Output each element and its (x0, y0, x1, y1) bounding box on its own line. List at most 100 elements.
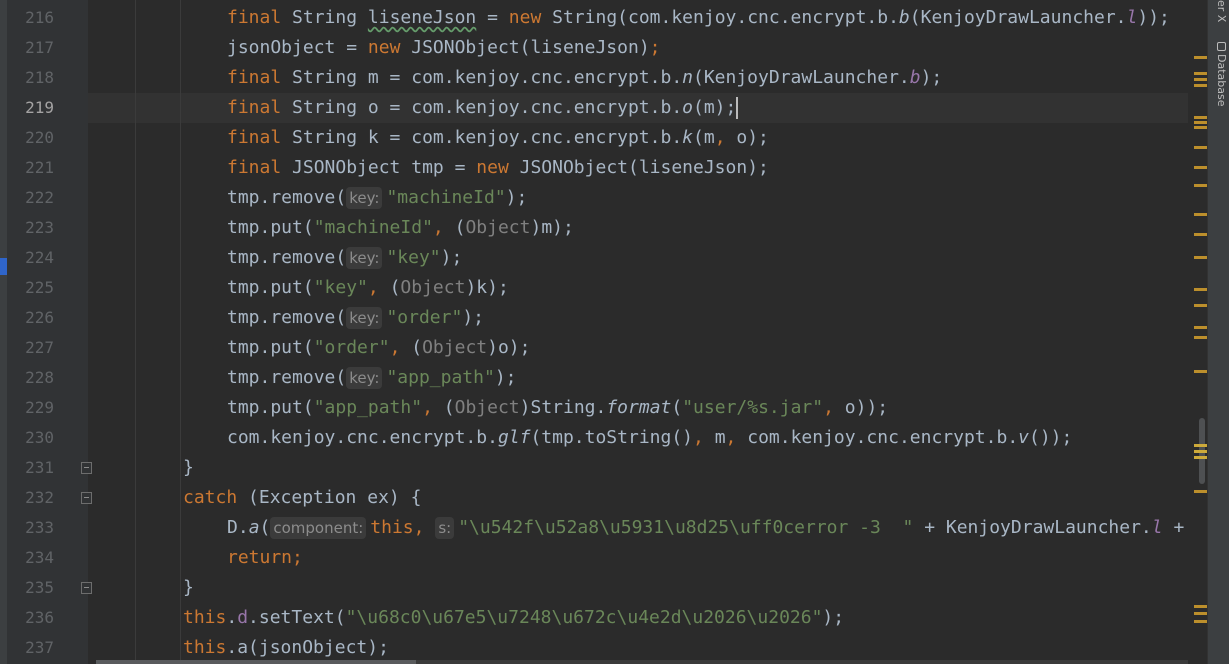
line-number: 234 (25, 548, 54, 567)
code-line-219[interactable]: final String o = com.kenjoy.cnc.encrypt.… (227, 93, 739, 123)
warning-marker[interactable] (1194, 146, 1207, 149)
right-tool-window-bar: er X Database (1207, 0, 1229, 664)
semicolon: ; (649, 37, 661, 58)
code-line-225[interactable]: tmp.put("key", (Object)k); (227, 273, 509, 303)
warning-marker[interactable] (1194, 56, 1207, 59)
warning-marker[interactable] (1194, 213, 1207, 216)
code-text: )String. (519, 397, 607, 418)
code-line-227[interactable]: tmp.put("order", (Object)o); (227, 333, 530, 363)
left-tool-strip (0, 0, 7, 664)
code-editor[interactable]: final String liseneJson = new String(com… (88, 0, 1207, 664)
tool-window-tab-clipped[interactable]: er X (1210, 0, 1228, 22)
code-text: tmp.remove( (227, 367, 347, 388)
warning-marker[interactable] (1194, 620, 1207, 623)
code-text: . (226, 607, 238, 628)
warning-marker[interactable] (1194, 184, 1207, 187)
keyword: return (227, 547, 293, 568)
code-text: (tmp.toString() (530, 427, 694, 448)
warning-marker[interactable] (1194, 336, 1207, 339)
code-text: jsonObject = (227, 37, 368, 58)
code-line-226[interactable]: tmp.remove(key: "order"); (227, 303, 484, 333)
comma: , (432, 217, 444, 238)
database-tool-tab[interactable]: Database (1210, 42, 1228, 107)
code-line-218[interactable]: final String m = com.kenjoy.cnc.encrypt.… (227, 63, 942, 93)
warning-marker[interactable] (1194, 288, 1207, 291)
code-text: String(com.kenjoy.cnc.encrypt.b. (541, 7, 899, 28)
code-line-229[interactable]: tmp.put("app_path", (Object)String.forma… (227, 393, 888, 423)
warning-marker[interactable] (1194, 326, 1207, 329)
code-line-228[interactable]: tmp.remove(key: "app_path"); (227, 363, 517, 393)
variable-name: liseneJson (367, 7, 477, 28)
static-method: v (1018, 427, 1029, 448)
parameter-hint: key: (346, 187, 383, 209)
code-line-237[interactable]: this.a(jsonObject); (183, 633, 389, 663)
code-text: .a(jsonObject); (226, 637, 389, 658)
code-text: ( (400, 337, 423, 358)
warning-marker[interactable] (1194, 121, 1207, 124)
warning-marker[interactable] (1194, 256, 1207, 259)
code-line-236[interactable]: this.d.setText("\u68c0\u67e5\u7248\u672c… (183, 603, 844, 633)
warning-marker[interactable] (1194, 444, 1207, 447)
warning-marker[interactable] (1194, 456, 1207, 459)
line-number: 216 (25, 8, 54, 27)
static-field: l (1151, 517, 1163, 538)
static-method: glf (497, 427, 531, 448)
warning-marker[interactable] (1194, 166, 1207, 169)
string-literal: "machineId" (313, 217, 433, 238)
warning-marker[interactable] (1194, 126, 1207, 129)
code-line-216[interactable]: final String liseneJson = new String(com… (227, 3, 1170, 33)
line-number: 225 (25, 278, 54, 297)
warning-marker[interactable] (1194, 450, 1207, 453)
warning-marker[interactable] (1194, 116, 1207, 119)
code-text: o); (725, 127, 769, 148)
warning-marker[interactable] (1194, 612, 1207, 615)
code-line-220[interactable]: final String k = com.kenjoy.cnc.encrypt.… (227, 123, 769, 153)
code-line-231[interactable]: } (183, 453, 194, 483)
line-number: 220 (25, 128, 54, 147)
redundant-cast: Object (454, 397, 520, 418)
code-line-217[interactable]: jsonObject = new JSONObject(liseneJson); (227, 33, 661, 63)
code-text: ); (440, 247, 463, 268)
comma: , (725, 427, 737, 448)
warning-marker[interactable] (1194, 605, 1207, 608)
code-line-223[interactable]: tmp.put("machineId", (Object)m); (227, 213, 574, 243)
warning-marker[interactable] (1194, 370, 1207, 373)
line-number-current: 219 (25, 98, 54, 117)
warning-marker[interactable] (1194, 304, 1207, 307)
code-text: .setText( (248, 607, 346, 628)
code-text: tmp.put( (227, 397, 314, 418)
code-line-235[interactable]: } (183, 573, 194, 603)
static-method: format (606, 397, 672, 418)
code-line-232[interactable]: catch (Exception ex) { (183, 483, 421, 513)
string-literal: "key" (386, 247, 441, 268)
keyword: this, (370, 517, 425, 538)
code-line-224[interactable]: tmp.remove(key: "key"); (227, 243, 462, 273)
line-number-gutter[interactable]: 216 217 218 219 220 221 222 223 224 225 … (7, 0, 88, 664)
code-text: tmp.remove( (227, 307, 347, 328)
warning-marker[interactable] (1194, 84, 1207, 87)
string-literal: "\u68c0\u67e5\u7248\u672c\u4e2d\u2026\u2… (345, 607, 823, 628)
keyword: catch (183, 487, 238, 508)
horizontal-scrollbar-thumb[interactable] (96, 660, 416, 664)
code-text: ); (822, 607, 845, 628)
code-text: (KenjoyDrawLauncher. (909, 7, 1127, 28)
keyword: new (367, 37, 401, 58)
code-text: tmp.remove( (227, 187, 347, 208)
warning-marker[interactable] (1194, 233, 1207, 236)
code-line-222[interactable]: tmp.remove(key: "machineId"); (227, 183, 527, 213)
warning-marker[interactable] (1194, 72, 1207, 75)
code-line-221[interactable]: final JSONObject tmp = new JSONObject(li… (227, 153, 769, 183)
static-field: b (909, 67, 921, 88)
error-stripe[interactable] (1188, 0, 1207, 664)
warning-marker[interactable] (1194, 490, 1207, 493)
horizontal-scrollbar[interactable] (96, 660, 1207, 664)
string-literal: "machineId" (386, 187, 506, 208)
code-line-230[interactable]: com.kenjoy.cnc.encrypt.b.glf(tmp.toStrin… (227, 423, 1072, 453)
code-text: tmp.remove( (227, 247, 347, 268)
code-text: (KenjoyDrawLauncher. (693, 67, 910, 88)
warning-marker[interactable] (1194, 78, 1207, 81)
keyword: final (227, 127, 282, 148)
code-line-233[interactable]: D.a(component: this, s: "\u542f\u52a8\u593… (227, 513, 1184, 543)
code-line-234[interactable]: return; (227, 543, 303, 573)
line-number: 230 (25, 428, 54, 447)
